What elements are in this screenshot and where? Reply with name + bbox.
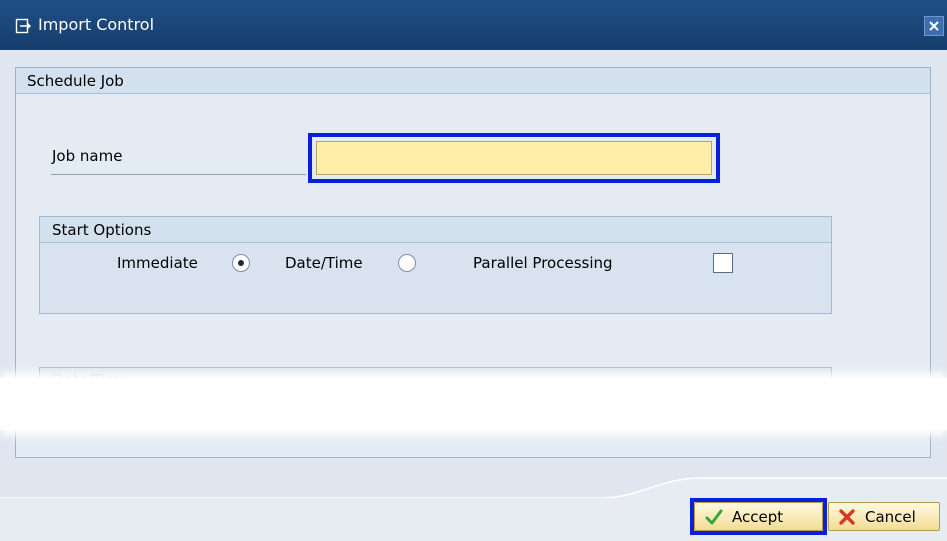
immediate-label: Immediate <box>117 254 198 272</box>
start-options-header: Start Options <box>40 217 831 243</box>
job-name-input[interactable] <box>316 141 712 175</box>
schedule-job-title: Schedule Job <box>27 72 124 90</box>
cancel-x-icon <box>838 508 856 526</box>
parallel-processing-checkbox[interactable] <box>713 253 733 273</box>
datetime-label: Date/Time <box>285 254 363 272</box>
job-name-focus-frame <box>308 133 720 183</box>
redacted-band <box>0 378 947 430</box>
close-button[interactable] <box>924 16 944 36</box>
job-name-label: Job name <box>52 147 123 165</box>
job-name-label-underline <box>51 174 306 175</box>
import-control-dialog: Import Control Schedule Job Job name Sta… <box>0 0 947 541</box>
immediate-radio[interactable] <box>232 254 250 272</box>
window-title: Import Control <box>38 15 155 34</box>
accept-button[interactable]: Accept <box>694 502 823 531</box>
checkmark-icon <box>705 508 723 526</box>
accept-label: Accept <box>732 507 784 526</box>
footer-curve <box>0 477 947 500</box>
parallel-processing-label: Parallel Processing <box>473 254 613 272</box>
cancel-button[interactable]: Cancel <box>828 502 940 531</box>
schedule-job-header: Schedule Job <box>16 68 930 94</box>
cancel-label: Cancel <box>865 507 916 526</box>
title-bar: Import Control <box>0 0 947 50</box>
close-icon <box>928 17 940 36</box>
start-options-group: Start Options Immediate Date/Time Parall… <box>39 216 832 314</box>
start-options-title: Start Options <box>52 221 152 239</box>
transfer-icon <box>15 18 31 34</box>
datetime-radio[interactable] <box>398 254 416 272</box>
